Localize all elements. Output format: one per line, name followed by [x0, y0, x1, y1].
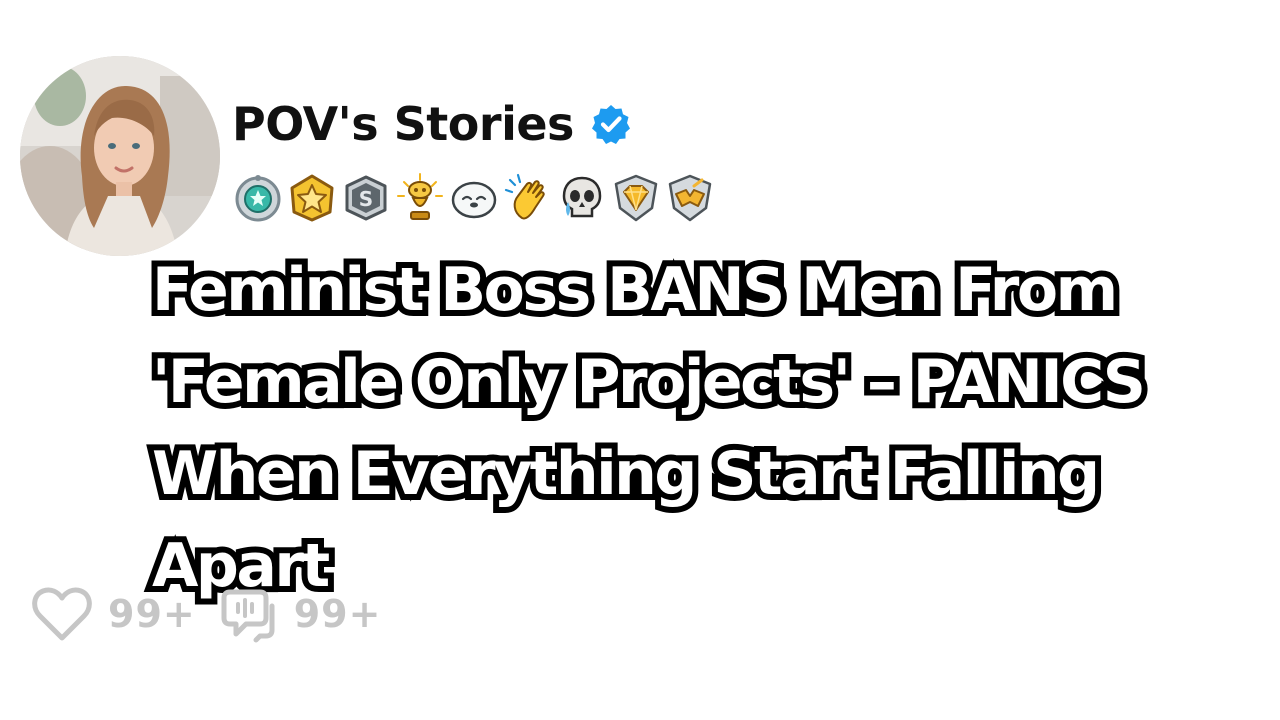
clapping-hands-badge-icon: [504, 173, 545, 220]
award-badges: S: [232, 172, 716, 224]
silver-helper-badge-icon: [235, 175, 281, 222]
comment-action[interactable]: 99+: [216, 584, 382, 644]
comment-icon[interactable]: [216, 584, 280, 644]
avatar[interactable]: [20, 56, 220, 256]
seal-emoji-badge-icon: [451, 181, 497, 219]
comment-count: 99+: [293, 592, 382, 636]
post-card: POV's Stories S Feminist Boss BANS Men F…: [0, 0, 1280, 720]
like-action[interactable]: 99+: [30, 584, 196, 644]
gold-diamond-badge-icon: [614, 174, 658, 222]
crying-skull-badge-icon: [562, 176, 602, 218]
heart-icon[interactable]: [30, 584, 94, 644]
verified-badge-icon: [591, 105, 630, 144]
svg-text:S: S: [359, 187, 373, 211]
author-name[interactable]: POV's Stories: [232, 97, 574, 151]
gold-trophy-mascot-badge-icon: [397, 173, 443, 220]
like-count: 99+: [108, 592, 196, 636]
gold-star-badge-icon: [290, 174, 334, 222]
silver-wings-badge-icon: [668, 174, 712, 222]
author-row: POV's Stories: [232, 92, 632, 156]
post-actions: 99+ 99+: [30, 584, 401, 644]
silver-s-badge-icon: S: [345, 175, 387, 221]
post-headline: Feminist Boss BANS Men From 'Female Only…: [146, 249, 1152, 607]
profile-photo-woman-icon: [20, 56, 220, 256]
